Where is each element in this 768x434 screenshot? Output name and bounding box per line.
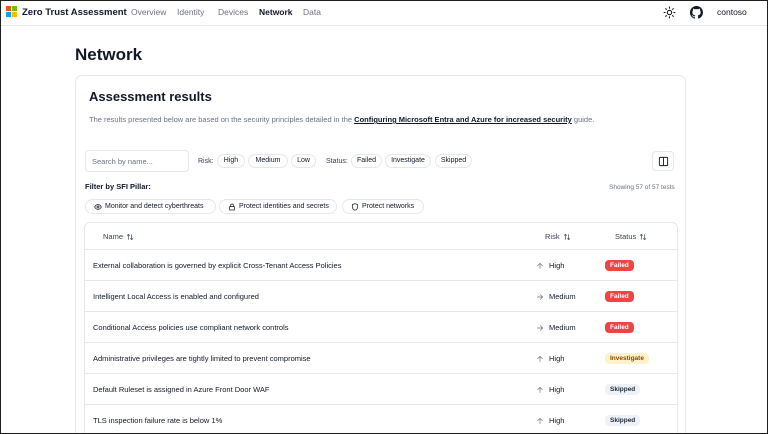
table-row[interactable]: Administrative privileges are tightly li… (85, 343, 677, 374)
nav-data[interactable]: Data (303, 7, 321, 18)
tenant-name[interactable]: contoso (717, 7, 747, 18)
status-badge: Investigate (605, 353, 649, 364)
status-badge: Failed (605, 322, 634, 333)
github-icon[interactable] (690, 6, 703, 19)
sort-icon (563, 233, 570, 241)
sun-icon[interactable] (663, 6, 676, 19)
risk-filter-medium[interactable]: Medium (248, 154, 288, 168)
status-badge: Failed (605, 291, 634, 302)
card-description: The results presented below are based on… (89, 115, 595, 124)
table-row[interactable]: Conditional Access policies use complian… (85, 312, 677, 343)
sort-icon (640, 233, 647, 241)
search-input[interactable] (85, 150, 189, 172)
nav-devices[interactable]: Devices (218, 7, 248, 18)
card-title: Assessment results (89, 89, 212, 104)
showing-count: Showing 57 of 57 tests (609, 184, 675, 191)
arrow-right-icon (537, 325, 544, 331)
arrow-up-icon (537, 386, 543, 393)
guide-link[interactable]: Configuring Microsoft Entra and Azure fo… (354, 115, 572, 124)
status-filter-skipped[interactable]: Skipped (435, 154, 472, 168)
arrow-up-icon (537, 262, 543, 269)
risk-value: High (549, 354, 565, 363)
status-filter-failed[interactable]: Failed (351, 154, 382, 168)
test-name: Administrative privileges are tightly li… (93, 354, 311, 363)
lock-icon (228, 203, 236, 211)
name-column-header[interactable]: Name (103, 232, 134, 242)
risk-filter-label: Risk: (198, 158, 214, 165)
app-title[interactable]: Zero Trust Assessment (22, 6, 127, 19)
status-badge: Skipped (605, 384, 641, 395)
nav-network[interactable]: Network (259, 7, 293, 18)
arrow-right-icon (537, 294, 544, 300)
risk-filter-high[interactable]: High (217, 154, 245, 168)
sort-icon (126, 233, 134, 241)
sfi-pillar-label: Filter by SFI Pillar: (85, 182, 151, 191)
nav-overview[interactable]: Overview (131, 7, 166, 18)
status-column-header[interactable]: Status (615, 232, 647, 242)
shield-icon (351, 203, 359, 211)
columns-icon (658, 156, 669, 167)
test-name: Conditional Access policies use complian… (93, 323, 289, 332)
risk-value: High (549, 261, 565, 270)
table-row[interactable]: TLS inspection failure rate is below 1% H… (85, 405, 677, 434)
risk-filter-low[interactable]: Low (291, 154, 316, 168)
test-name: External collaboration is governed by ex… (93, 261, 342, 270)
arrow-up-icon (537, 417, 543, 424)
eye-icon (94, 204, 102, 210)
nav-identity[interactable]: Identity (177, 7, 204, 18)
status-filter-label: Status: (326, 158, 348, 165)
pillar-monitor-detect[interactable]: Monitor and detect cyberthreats (85, 199, 216, 214)
risk-value: High (549, 385, 565, 394)
table-row[interactable]: Intelligent Local Access is enabled and … (85, 281, 677, 312)
status-filter-investigate[interactable]: Investigate (385, 154, 431, 168)
assessment-results-card: Assessment results The results presented… (75, 75, 686, 434)
table-row[interactable]: Default Ruleset is assigned in Azure Fro… (85, 374, 677, 405)
top-nav: Zero Trust Assessment Overview Identity … (0, 0, 768, 26)
status-badge: Skipped (605, 415, 641, 426)
page-title: Network (75, 45, 143, 64)
table-row[interactable]: External collaboration is governed by ex… (85, 250, 677, 281)
risk-column-header[interactable]: Risk (545, 232, 571, 242)
table-header: Name Risk Status (85, 223, 677, 250)
test-name: Default Ruleset is assigned in Azure Fro… (93, 385, 270, 394)
risk-value: Medium (549, 323, 576, 332)
results-table: Name Risk Status External collaboration … (84, 222, 678, 434)
microsoft-logo-icon (6, 6, 18, 18)
risk-value: Medium (549, 292, 576, 301)
pillar-protect-networks[interactable]: Protect networks (342, 199, 424, 214)
test-name: TLS inspection failure rate is below 1% (93, 416, 223, 425)
pillar-protect-identities[interactable]: Protect identities and secrets (219, 199, 337, 214)
status-badge: Failed (605, 260, 634, 271)
risk-value: High (549, 416, 565, 425)
columns-toggle-button[interactable] (652, 151, 674, 171)
test-name: Intelligent Local Access is enabled and … (93, 292, 259, 301)
arrow-up-icon (537, 355, 543, 362)
